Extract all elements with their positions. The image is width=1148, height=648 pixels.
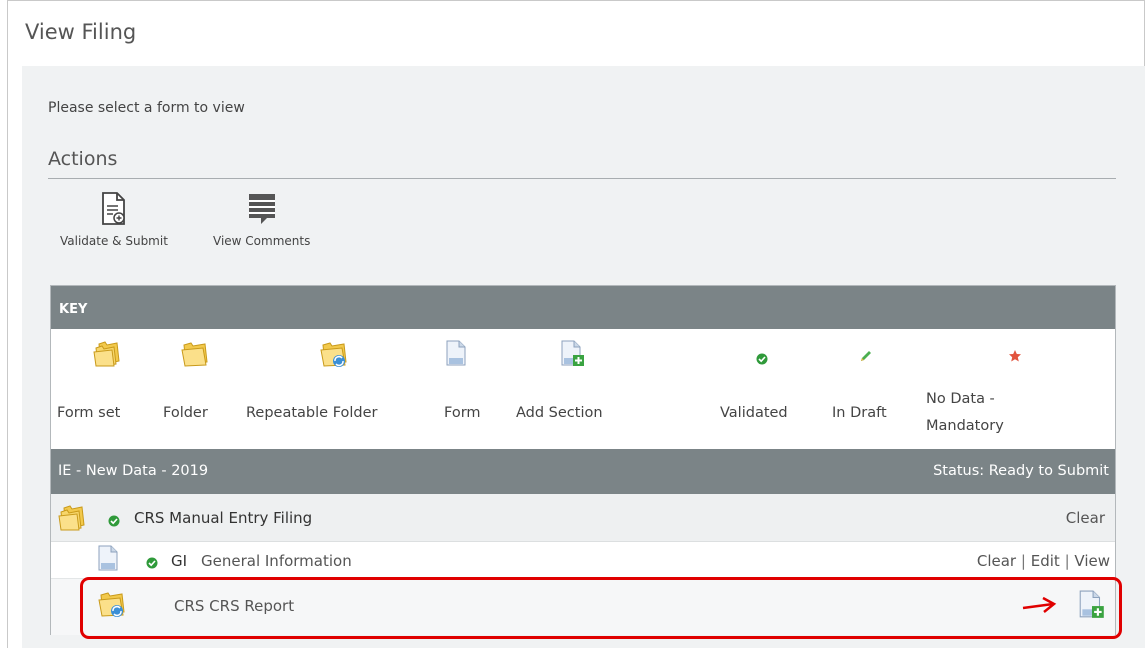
repeatable-folder-icon xyxy=(98,591,126,623)
form-set-icon xyxy=(93,341,121,371)
form-icon xyxy=(446,340,466,370)
filing-header: IE - New Data - 2019 Status: Ready to Su… xyxy=(51,449,1115,494)
separator: | xyxy=(1064,552,1075,570)
comments-icon xyxy=(247,192,277,230)
key-header: KEY xyxy=(51,286,1115,329)
repeatable-folder-icon xyxy=(320,341,348,373)
filing-status: Status: Ready to Submit xyxy=(933,463,1109,479)
folder-icon xyxy=(181,341,209,371)
in-draft-icon xyxy=(859,348,873,367)
view-comments-button[interactable]: View Comments xyxy=(213,192,310,248)
key-label-form-set: Form set xyxy=(57,405,121,421)
validate-submit-button[interactable]: Validate & Submit xyxy=(60,192,168,248)
validate-submit-label: Validate & Submit xyxy=(60,234,168,248)
instruction-text: Please select a form to view xyxy=(48,100,245,116)
clear-link[interactable]: Clear xyxy=(977,552,1016,570)
view-comments-label: View Comments xyxy=(213,234,311,248)
tree-row-form[interactable]: GI General Information Clear | Edit | Vi… xyxy=(51,542,1115,579)
key-label-no-data: No Data - xyxy=(926,391,995,407)
actions-divider xyxy=(48,178,1116,179)
validated-icon xyxy=(146,555,158,573)
validated-icon xyxy=(756,350,768,369)
tree-row-repeatable-folder[interactable]: CRS CRS Report xyxy=(51,579,1115,635)
actions-heading: Actions xyxy=(48,148,118,170)
key-label-folder: Folder xyxy=(163,405,208,421)
no-data-mandatory-icon xyxy=(1008,348,1022,367)
form-code: GI xyxy=(171,552,188,570)
edit-link[interactable]: Edit xyxy=(1031,552,1060,570)
key-label-add-section: Add Section xyxy=(516,405,603,421)
tree-row-form-set[interactable]: CRS Manual Entry Filing Clear xyxy=(51,494,1115,542)
form-name[interactable]: General Information xyxy=(201,552,352,570)
validated-icon xyxy=(108,513,120,531)
validate-submit-icon xyxy=(101,192,127,230)
view-link[interactable]: View xyxy=(1074,552,1110,570)
add-section-icon[interactable] xyxy=(1079,590,1105,624)
form-set-name[interactable]: CRS Manual Entry Filing xyxy=(134,509,312,527)
form-set-icon xyxy=(58,505,86,535)
form-icon xyxy=(98,545,118,575)
key-label-mandatory: Mandatory xyxy=(926,418,1004,434)
page-title: View Filing xyxy=(25,20,137,44)
key-label-validated: Validated xyxy=(720,405,788,421)
arrow-right-icon xyxy=(1021,596,1057,620)
form-actions: Clear | Edit | View xyxy=(977,552,1110,570)
add-section-icon xyxy=(561,340,585,372)
clear-link[interactable]: Clear xyxy=(1066,509,1105,527)
filing-name: IE - New Data - 2019 xyxy=(58,463,209,479)
separator: | xyxy=(1020,552,1031,570)
key-label-form: Form xyxy=(444,405,481,421)
key-label-repeatable-folder: Repeatable Folder xyxy=(246,405,378,421)
key-label-in-draft: In Draft xyxy=(832,405,887,421)
repeatable-folder-name[interactable]: CRS CRS Report xyxy=(174,597,294,615)
